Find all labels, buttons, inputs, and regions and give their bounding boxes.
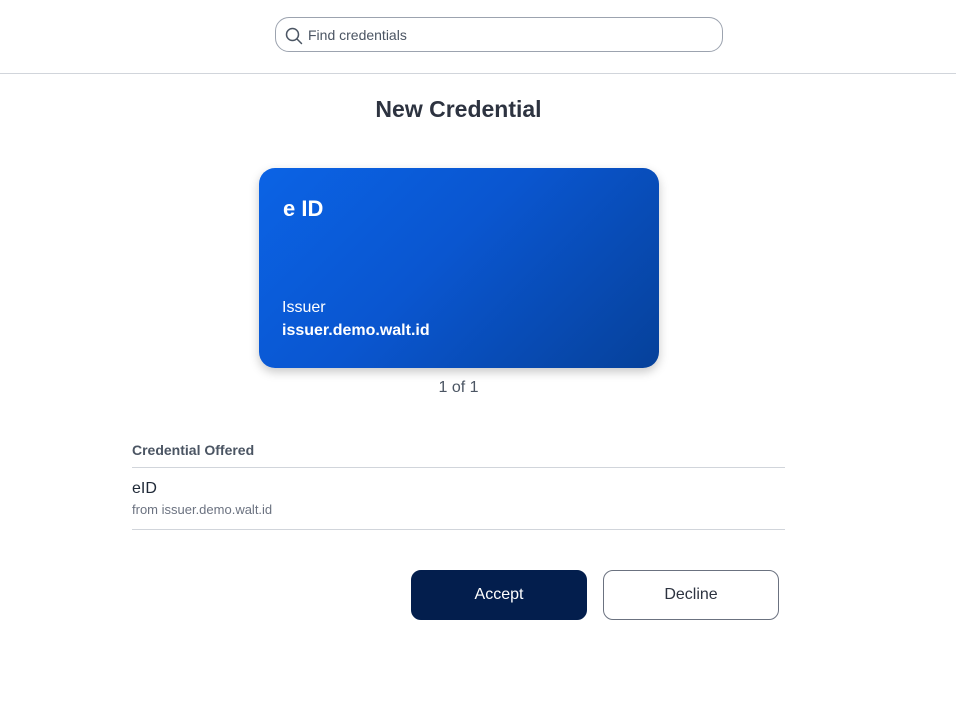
credential-offered-heading: Credential Offered: [132, 441, 785, 468]
offered-credential-name: eID: [132, 480, 157, 497]
search-icon: [285, 27, 303, 45]
card-pager: 1 of 1: [438, 379, 479, 396]
list-item: eID from issuer.demo.walt.id: [132, 468, 785, 530]
card-issuer-label: Issuer: [282, 299, 326, 316]
card-title: e ID: [283, 196, 324, 221]
accept-button[interactable]: Accept: [411, 570, 587, 620]
decline-button[interactable]: Decline: [603, 570, 779, 620]
offered-credential-issuer: from issuer.demo.walt.id: [132, 502, 273, 517]
top-bar: [0, 0, 956, 74]
card-issuer-value: issuer.demo.walt.id: [282, 322, 430, 339]
credential-offered-section: Credential Offered eID from issuer.demo.…: [132, 441, 785, 530]
search-input[interactable]: [308, 18, 708, 51]
page-title: New Credential: [375, 96, 542, 122]
credential-card[interactable]: e ID Issuer issuer.demo.walt.id: [259, 168, 659, 368]
search-box[interactable]: [275, 17, 723, 52]
